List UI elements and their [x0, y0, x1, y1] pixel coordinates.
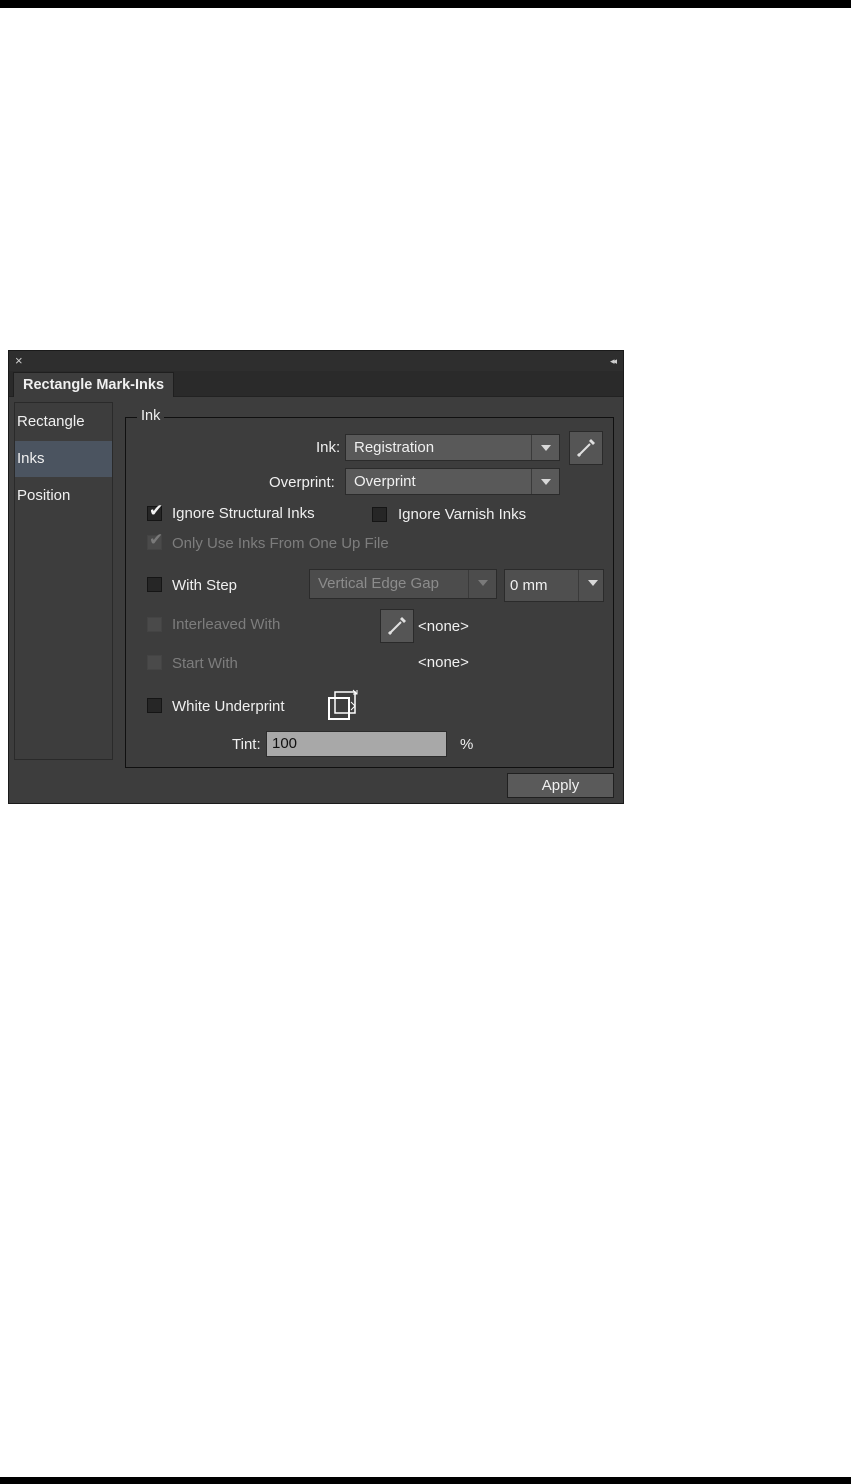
- ignore-structural-inks-checkbox[interactable]: ✔: [147, 502, 163, 521]
- start-with-value: <none>: [418, 654, 469, 671]
- chevron-down-icon: [531, 435, 559, 460]
- tint-input[interactable]: 100: [266, 731, 447, 757]
- step-mode-value: Vertical Edge Gap: [318, 575, 439, 592]
- collapse-panel-icon[interactable]: ◂◂: [610, 353, 617, 369]
- ink-label: Ink:: [316, 439, 341, 456]
- only-use-inks-checkbox[interactable]: ✔: [147, 531, 163, 550]
- step-mode-dropdown[interactable]: Vertical Edge Gap: [309, 569, 497, 599]
- apply-button[interactable]: Apply: [507, 773, 614, 798]
- checkmark-icon: ✔: [149, 501, 164, 520]
- only-use-inks-label: Only Use Inks From One Up File: [172, 535, 389, 552]
- panel-header: × ◂◂: [9, 351, 623, 371]
- overprint-dropdown[interactable]: Overprint: [345, 468, 560, 495]
- sidebar-item-inks[interactable]: Inks: [15, 441, 112, 477]
- bottom-border: [0, 1477, 851, 1484]
- step-amount-dropdown[interactable]: 0 mm: [504, 569, 604, 602]
- ink-eyedropper-button[interactable]: [569, 431, 603, 465]
- step-amount-value: 0 mm: [510, 577, 548, 594]
- interleaved-with-label: Interleaved With: [172, 616, 281, 633]
- interleaved-with-checkbox[interactable]: [147, 617, 162, 632]
- chevron-down-icon: [531, 469, 559, 494]
- white-underprint-label: White Underprint: [172, 698, 285, 715]
- tint-unit: %: [460, 736, 474, 753]
- eyedropper-icon: [387, 617, 406, 636]
- eyedropper-icon: [576, 439, 595, 458]
- sidebar-item-rectangle[interactable]: Rectangle: [15, 404, 112, 440]
- tint-label: Tint:: [232, 736, 261, 753]
- start-with-checkbox[interactable]: [147, 655, 162, 670]
- chevron-down-icon: [578, 570, 603, 601]
- close-icon[interactable]: ×: [15, 353, 23, 369]
- ink-group-legend: Ink: [137, 408, 165, 424]
- top-border: [0, 0, 851, 8]
- ignore-varnish-inks-checkbox[interactable]: [372, 507, 387, 522]
- rectangle-mark-inks-panel: × ◂◂ Rectangle Mark-Inks Rectangle Inks …: [8, 350, 624, 804]
- overprint-label: Overprint:: [269, 474, 335, 491]
- checkmark-icon: ✔: [149, 530, 164, 549]
- ink-dropdown[interactable]: Registration: [345, 434, 560, 461]
- start-with-label: Start With: [172, 655, 238, 672]
- ignore-structural-inks-label: Ignore Structural Inks: [172, 505, 315, 522]
- sidebar: Rectangle Inks Position: [14, 402, 113, 760]
- sidebar-item-position[interactable]: Position: [15, 478, 112, 514]
- with-step-checkbox[interactable]: [147, 577, 162, 592]
- tab-bar: Rectangle Mark-Inks: [9, 371, 623, 397]
- ink-dropdown-value: Registration: [354, 439, 435, 456]
- white-underprint-checkbox[interactable]: [147, 698, 162, 713]
- underprint-spread-icon: [328, 689, 358, 720]
- overprint-dropdown-value: Overprint: [354, 473, 416, 490]
- white-underprint-options-button[interactable]: [327, 688, 361, 722]
- ignore-varnish-inks-label: Ignore Varnish Inks: [398, 506, 527, 523]
- chevron-down-icon: [468, 570, 496, 598]
- with-step-label: With Step: [172, 577, 238, 594]
- tab-rectangle-mark-inks[interactable]: Rectangle Mark-Inks: [13, 372, 175, 397]
- interleaved-eyedropper-button[interactable]: [380, 609, 414, 643]
- interleaved-with-value: <none>: [418, 618, 469, 635]
